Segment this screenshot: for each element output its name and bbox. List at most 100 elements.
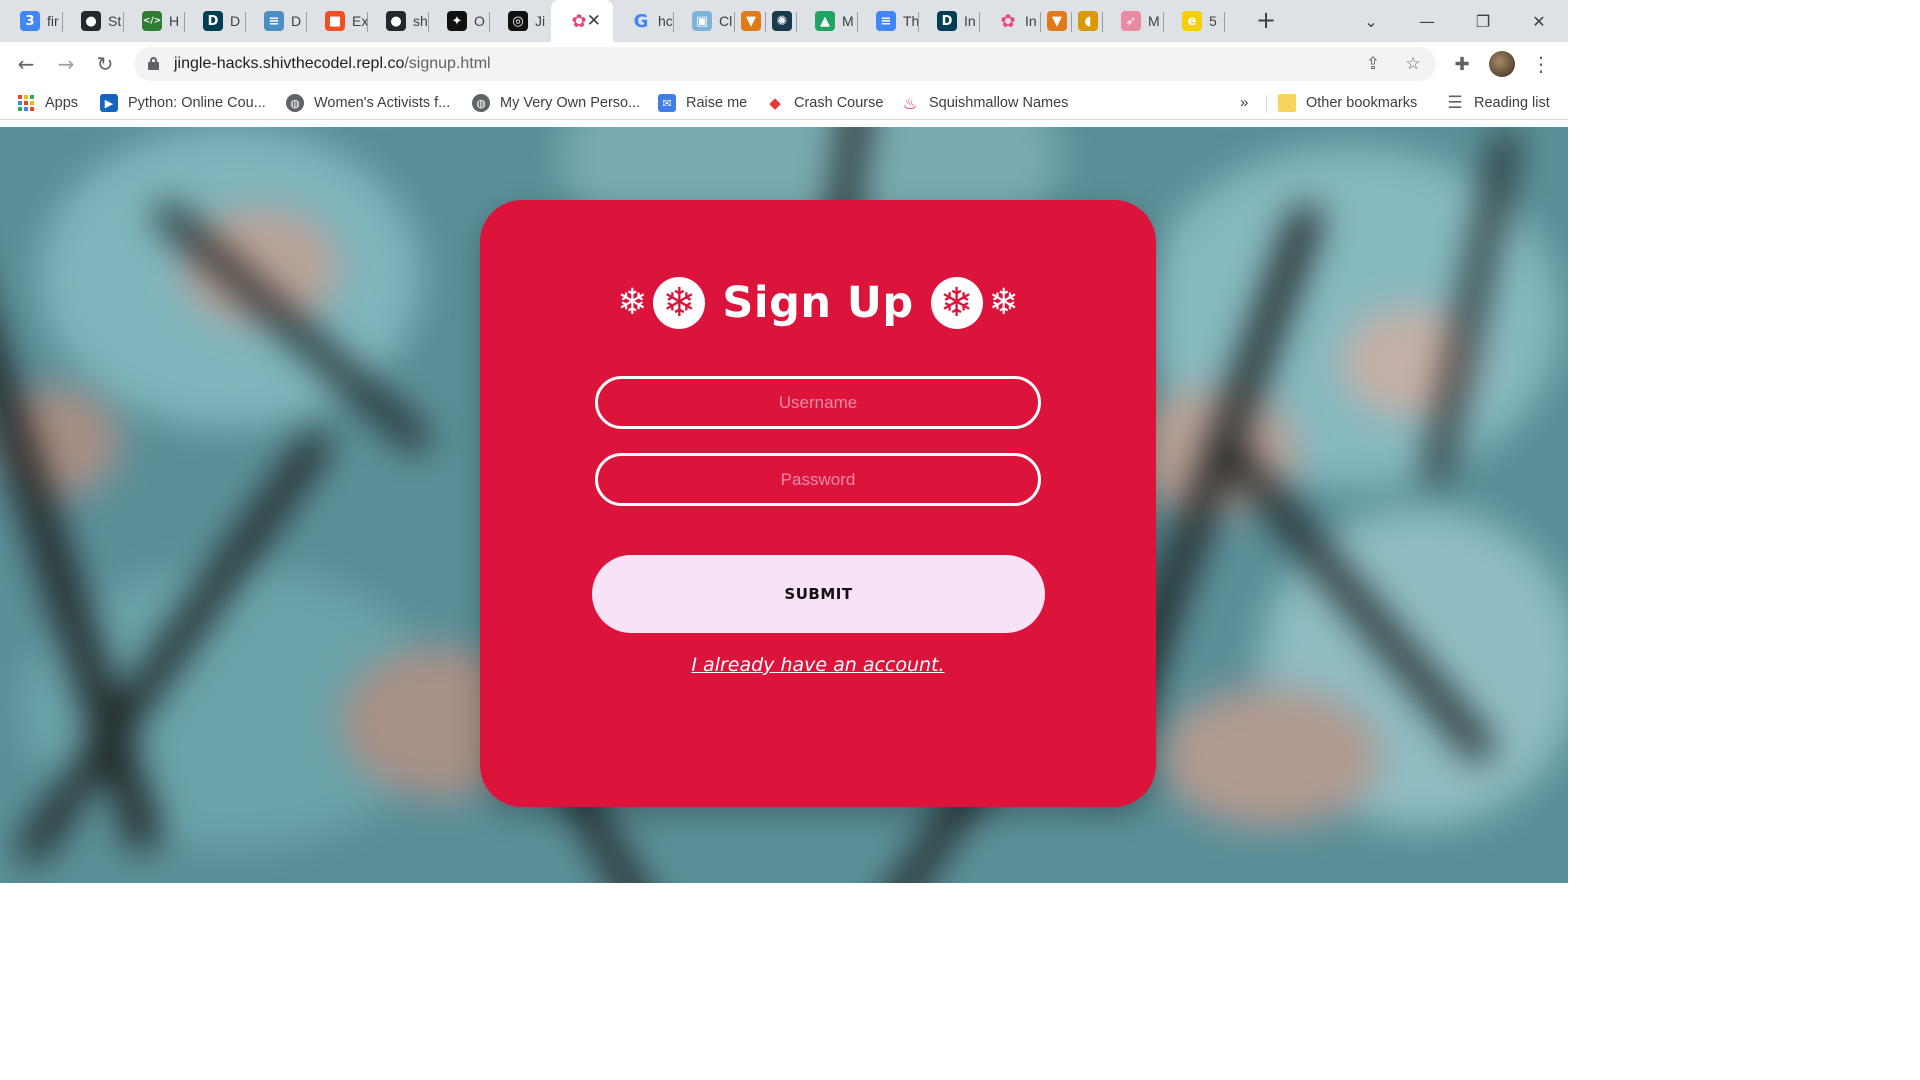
tab[interactable]: ▼ [735, 0, 766, 42]
profile-avatar[interactable] [1489, 51, 1515, 77]
bookmark-raise-me[interactable]: ✉ Raise me [658, 92, 747, 114]
bookmarks-divider [1266, 95, 1267, 113]
extensions-puzzle-icon[interactable]: ✚ [1449, 51, 1475, 77]
password-input[interactable] [598, 456, 1038, 503]
tab[interactable]: ● St [63, 0, 124, 42]
tab[interactable]: ✦ O [429, 0, 490, 42]
tab-active[interactable]: ✿ ✕ [551, 0, 613, 42]
tab[interactable]: e5 [1164, 0, 1225, 42]
tab[interactable]: ▣ Cl [674, 0, 735, 42]
tab[interactable]: D In [919, 0, 980, 42]
tab-title: sh [413, 13, 428, 29]
google-icon: G [633, 10, 649, 32]
username-input[interactable] [598, 379, 1038, 426]
bookmark-womens-activists[interactable]: ◍ Women's Activists f... [286, 92, 450, 114]
tab-title: In [1025, 13, 1037, 29]
flame-icon: ♨ [902, 93, 918, 113]
tab[interactable]: ≡ D [246, 0, 307, 42]
bookmark-python[interactable]: ▶ Python: Online Cou... [100, 92, 266, 114]
github-icon: ● [81, 11, 101, 31]
bookmark-other[interactable]: Other bookmarks [1278, 92, 1417, 114]
new-tab-button[interactable]: + [1252, 6, 1280, 34]
tab[interactable]: ● sh [368, 0, 429, 42]
forward-button[interactable]: → [51, 49, 81, 79]
coin-icon: ◖ [1078, 11, 1098, 31]
signup-card: ❄ ❄ Sign Up ❄ ❄ SUBMIT I already have an… [480, 200, 1156, 807]
url-text[interactable]: jingle-hacks.shivthecodel.repl.co/signup… [174, 55, 491, 73]
page-viewport: ❄ ❄ Sign Up ❄ ❄ SUBMIT I already have an… [0, 127, 1568, 883]
tab-title: 5 [1209, 13, 1217, 29]
tab-title: H [169, 13, 180, 29]
shield-icon: ▼ [1047, 11, 1067, 31]
tab[interactable]: ◖ [1072, 0, 1103, 42]
tab[interactable]: ▼ [1041, 0, 1072, 42]
tab[interactable]: 3 fir [2, 0, 63, 42]
minimize-button[interactable]: — [1399, 0, 1455, 42]
github-icon: ● [386, 11, 406, 31]
tab-title: D [230, 13, 241, 29]
tab[interactable]: DD [185, 0, 246, 42]
existing-account-link[interactable]: I already have an account. [480, 654, 1156, 676]
tab-title: fir [47, 13, 59, 29]
tab-strip: 3 fir ● St </> H D D ≡ D ■ Ex ● sh ✦ O ◎ Ji ✿ ✕ Ghc ▣ Cl ▼ ✺ ▲ M ≡ T… [0, 0, 1568, 42]
raise-icon: ✉ [658, 94, 676, 112]
e-icon: e [1182, 11, 1202, 31]
bookmark-label: Crash Course [794, 95, 884, 111]
address-bar[interactable]: jingle-hacks.shivthecodel.repl.co/signup… [134, 47, 1436, 81]
submit-button[interactable]: SUBMIT [592, 555, 1045, 633]
tab[interactable]: ◎ Ji [490, 0, 551, 42]
drive-icon: ▲ [815, 11, 835, 31]
tab-title: Cl [719, 13, 733, 29]
tab[interactable]: </> H [124, 0, 185, 42]
reading-list-label: Reading list [1474, 95, 1550, 111]
star-bookmark-icon[interactable]: ☆ [1402, 53, 1424, 75]
bookmarks-bar: Apps ▶ Python: Online Cou... ◍ Women's A… [0, 86, 1568, 120]
brain-icon: ✺ [772, 11, 792, 31]
restore-button[interactable]: ❐ [1455, 0, 1511, 42]
tab[interactable]: ■ Ex [307, 0, 368, 42]
lock-icon[interactable] [148, 57, 159, 70]
snowflake-badge-icon: ❄ [653, 277, 706, 329]
tab-title: Ji [535, 13, 546, 29]
reading-list-icon: ☰ [1447, 93, 1463, 113]
bookmark-apps[interactable]: Apps [18, 92, 78, 114]
docs-icon: ≡ [264, 11, 284, 31]
bookmark-crash-course[interactable]: ◆ Crash Course [766, 92, 883, 114]
tab[interactable]: ▲ M [797, 0, 858, 42]
devpost-icon: D [203, 11, 223, 31]
crash-course-icon: ◆ [769, 94, 781, 112]
password-field[interactable] [595, 453, 1041, 506]
snowflake-badge-icon: ❄ [930, 277, 983, 329]
spiral-icon: ◎ [508, 11, 528, 31]
bookmark-label: Raise me [686, 95, 748, 111]
reload-button[interactable]: ↻ [90, 49, 120, 79]
back-button[interactable]: ← [11, 49, 41, 79]
tab-title: M [1148, 13, 1160, 29]
tab-title: hc [658, 13, 673, 29]
close-window-button[interactable]: ✕ [1511, 0, 1567, 42]
reading-list[interactable]: ☰ Reading list [1446, 92, 1550, 114]
snowflake-icon: ❄ [617, 282, 648, 323]
close-tab-icon[interactable]: ✕ [587, 11, 601, 31]
tab[interactable]: ➶ M [1103, 0, 1164, 42]
bookmark-my-very-own[interactable]: ◍ My Very Own Perso... [472, 92, 640, 114]
menu-kebab-icon[interactable]: ⋮ [1528, 51, 1554, 77]
flower-icon: ✿ [1000, 10, 1016, 32]
tab-search-chevron-icon[interactable]: ⌄ [1343, 0, 1399, 42]
bookmark-label: Squishmallow Names [929, 95, 1069, 111]
tab-separator [1224, 12, 1225, 32]
tab[interactable]: ✺ [766, 0, 797, 42]
tab[interactable]: ≡ Th [858, 0, 919, 42]
tab[interactable]: ✿ In [980, 0, 1041, 42]
code-icon: </> [142, 11, 162, 31]
tab[interactable]: Ghc [613, 0, 674, 42]
tab-title: Ex [352, 13, 368, 29]
bookmark-squishmallow[interactable]: ♨ Squishmallow Names [901, 92, 1069, 114]
python-course-icon: ▶ [100, 94, 118, 112]
other-bookmarks-label: Other bookmarks [1306, 95, 1418, 111]
bookmarks-overflow-chevron[interactable]: » [1240, 94, 1248, 111]
share-icon[interactable]: ⇪ [1362, 53, 1384, 75]
username-field[interactable] [595, 376, 1041, 429]
globe-icon: ◍ [472, 94, 490, 112]
tab-title: O [474, 13, 485, 29]
